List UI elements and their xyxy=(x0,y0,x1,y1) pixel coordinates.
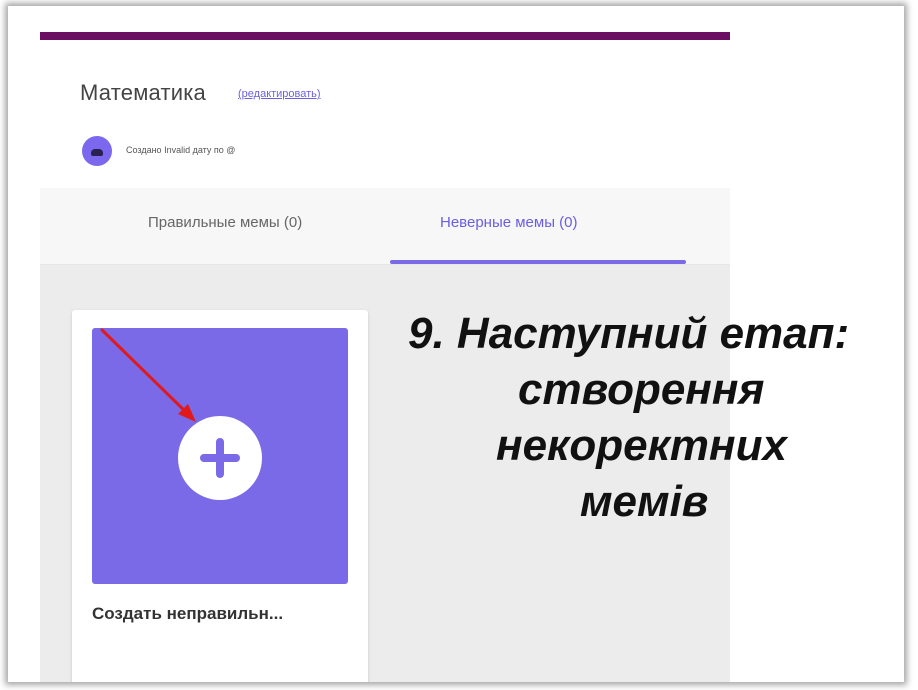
red-arrow-icon xyxy=(100,328,196,422)
screenshot-frame: Математика (редактировать) Создано Inval… xyxy=(8,6,904,682)
page-title: Математика xyxy=(80,80,206,105)
tab-bar: Правильные мемы (0) Неверные мемы (0) xyxy=(40,188,730,265)
plus-vertical-bar xyxy=(216,438,224,478)
annotation-line-1: 9. Наступний етап: xyxy=(408,309,850,358)
step-annotation: 9. Наступний етап: створення некоректних… xyxy=(368,306,904,530)
avatar-icon xyxy=(82,136,112,166)
avatar-figure xyxy=(91,149,103,156)
active-tab-indicator xyxy=(390,260,686,264)
created-info: Создано Invalid дату по @ xyxy=(126,145,236,155)
deck-header: Математика (редактировать) Создано Inval… xyxy=(40,40,730,188)
top-accent-bar xyxy=(40,32,730,40)
card-label: Создать неправильн... xyxy=(92,604,284,623)
tab-correct-memes[interactable]: Правильные мемы (0) xyxy=(148,214,302,231)
annotation-line-3: некоректних xyxy=(496,421,787,470)
annotation-line-4: мемів xyxy=(580,477,709,526)
edit-link[interactable]: (редактировать) xyxy=(238,88,321,100)
tab-wrong-memes[interactable]: Неверные мемы (0) xyxy=(440,214,577,231)
annotation-line-2: створення xyxy=(518,365,765,414)
